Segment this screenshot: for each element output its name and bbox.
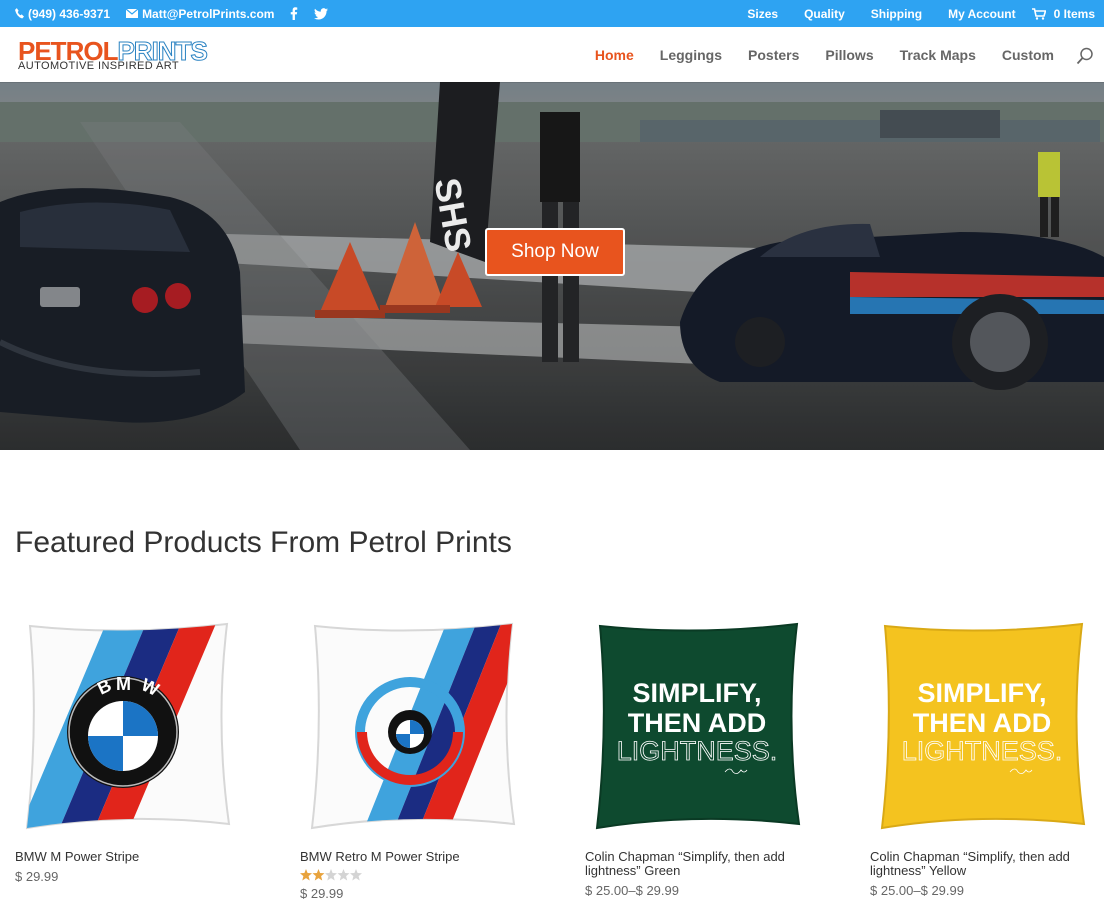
nav-home[interactable]: Home (595, 47, 634, 63)
quote-line-3: LIGHTNESS. (617, 736, 778, 766)
phone-number: (949) 436-9371 (28, 6, 111, 21)
main-nav: Home Leggings Posters Pillows Track Maps… (569, 27, 1054, 82)
nav-custom[interactable]: Custom (1002, 47, 1054, 63)
quote-line-2: THEN ADD (628, 708, 767, 738)
product-card[interactable]: B M W BMW M Power Stripe $ 29.99 (15, 614, 235, 884)
bmw-letter-m: M (116, 674, 131, 694)
nav-posters[interactable]: Posters (748, 47, 799, 63)
cart-link[interactable]: 0 Items (1031, 6, 1095, 21)
nav-track-maps[interactable]: Track Maps (900, 47, 976, 63)
top-link-shipping[interactable]: Shipping (871, 7, 922, 21)
product-card[interactable]: SIMPLIFY, THEN ADD LIGHTNESS. Colin Chap… (585, 614, 805, 898)
product-image[interactable]: SIMPLIFY, THEN ADD LIGHTNESS. (585, 614, 805, 839)
quote-line-1: SIMPLIFY, (917, 678, 1046, 708)
quote-line-1: SIMPLIFY, (632, 678, 761, 708)
star-empty-icon (325, 869, 337, 881)
product-price: $ 29.99 (15, 869, 59, 884)
quote-line-3: LIGHTNESS. (902, 736, 1063, 766)
featured-title: Featured Products From Petrol Prints (15, 526, 512, 559)
nav-leggings[interactable]: Leggings (660, 47, 722, 63)
product-name[interactable]: Colin Chapman “Simplify, then add lightn… (870, 850, 1090, 878)
product-name[interactable]: Colin Chapman “Simplify, then add lightn… (585, 850, 805, 878)
phone-icon (15, 8, 24, 19)
logo-tagline: AUTOMOTIVE INSPIRED ART (18, 60, 179, 72)
site-logo[interactable]: PETROLPRINTS AUTOMOTIVE INSPIRED ART (18, 38, 208, 72)
phone-link[interactable]: (949) 436-9371 (15, 7, 110, 21)
top-link-sizes[interactable]: Sizes (747, 7, 778, 21)
product-image[interactable]: SIMPLIFY, THEN ADD LIGHTNESS. (870, 614, 1090, 839)
top-link-quality[interactable]: Quality (804, 7, 845, 21)
product-price: $ 25.00–$ 29.99 (585, 883, 679, 898)
search-icon[interactable] (1076, 47, 1094, 65)
shop-now-button[interactable]: Shop Now (485, 228, 625, 276)
top-link-my-account[interactable]: My Account (948, 7, 1016, 21)
nav-pillows[interactable]: Pillows (825, 47, 873, 63)
star-empty-icon (337, 869, 350, 881)
main-header: PETROLPRINTS AUTOMOTIVE INSPIRED ART Hom… (0, 27, 1104, 82)
cart-icon (1031, 7, 1046, 20)
product-price: $ 25.00–$ 29.99 (870, 883, 964, 898)
email-link[interactable]: Matt@PetrolPrints.com (126, 7, 274, 21)
twitter-icon[interactable] (314, 7, 329, 20)
star-rating (300, 869, 520, 881)
top-bar: (949) 436-9371 Matt@PetrolPrints.com Siz… (0, 0, 1104, 27)
product-card[interactable]: SIMPLIFY, THEN ADD LIGHTNESS. Colin Chap… (870, 614, 1090, 898)
star-icon (300, 869, 312, 881)
email-address: Matt@PetrolPrints.com (142, 6, 275, 21)
quote-line-2: THEN ADD (913, 708, 1052, 738)
hero-banner: SHS Shop Now (0, 82, 1104, 450)
product-name[interactable]: BMW Retro M Power Stripe (300, 850, 520, 864)
star-empty-icon (350, 869, 362, 881)
product-card[interactable]: BMW Retro M Power Stripe $ 29.99 (300, 614, 520, 901)
mail-icon (126, 9, 139, 18)
product-image[interactable] (300, 614, 520, 839)
product-price: $ 29.99 (300, 886, 344, 901)
facebook-icon[interactable] (290, 7, 298, 20)
product-image[interactable]: B M W (15, 614, 235, 839)
product-name[interactable]: BMW M Power Stripe (15, 850, 235, 864)
cart-count: 0 Items (1053, 6, 1095, 21)
star-icon (312, 869, 325, 881)
